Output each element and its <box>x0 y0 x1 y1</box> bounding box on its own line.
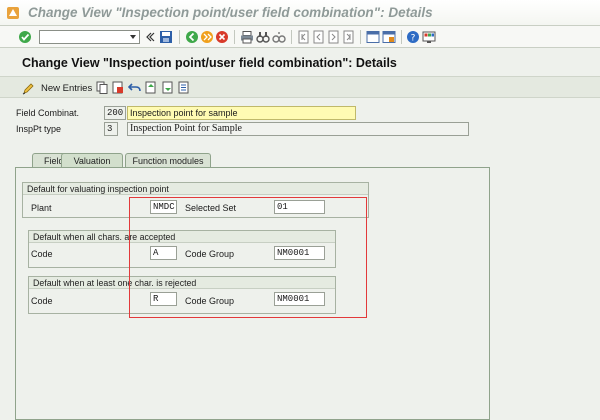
new-entries-pencil-icon <box>22 82 34 94</box>
rejected-code-label: Code <box>31 296 53 306</box>
rejected-group-title: Default when at least one char. is rejec… <box>29 277 335 289</box>
back-icon[interactable] <box>185 30 199 44</box>
accepted-code-input[interactable]: A <box>150 246 177 260</box>
new-entries-button[interactable]: New Entries <box>22 81 92 95</box>
new-entries-label: New Entries <box>41 82 93 94</box>
find-icon[interactable] <box>256 30 270 44</box>
application-toolbar: New Entries <box>0 76 600 98</box>
field-combination-label: Field Combinat. <box>16 108 80 118</box>
default-valuation-group-title: Default for valuating inspection point <box>23 183 368 195</box>
selected-set-label: Selected Set <box>185 203 237 213</box>
shortcut-icon[interactable] <box>382 30 396 44</box>
selected-set-input[interactable]: 01 <box>274 200 325 214</box>
help-icon[interactable]: ? <box>406 30 420 44</box>
screen-title: Change View "Inspection point/user field… <box>22 56 397 70</box>
first-page-icon[interactable] <box>297 30 310 44</box>
plant-input[interactable]: NMDC <box>150 200 177 214</box>
double-chevron-left-icon[interactable] <box>146 32 155 42</box>
rejected-code-input[interactable]: R <box>150 292 177 306</box>
last-page-icon[interactable] <box>342 30 355 44</box>
command-field[interactable] <box>39 30 140 44</box>
plant-label: Plant <box>31 203 52 213</box>
previous-entry-icon[interactable] <box>145 81 157 94</box>
print-icon[interactable] <box>240 30 254 44</box>
new-session-icon[interactable] <box>366 30 380 44</box>
delete-icon[interactable] <box>112 81 124 94</box>
accepted-group-title: Default when all chars. are accepted <box>29 231 335 243</box>
rejected-code-group-input[interactable]: NM0001 <box>274 292 325 306</box>
field-combination-description[interactable]: Inspection point for sample <box>127 106 356 120</box>
copy-as-icon[interactable] <box>96 81 108 94</box>
field-combination-value[interactable]: 200 <box>104 106 126 120</box>
sap-logo-icon <box>7 7 19 19</box>
tab-function-modules[interactable]: Function modules <box>125 153 211 168</box>
next-page-icon[interactable] <box>327 30 340 44</box>
next-entry-icon[interactable] <box>162 81 174 94</box>
window-title-bar: Change View "Inspection point/user field… <box>0 0 600 26</box>
system-toolbar: ? <box>0 26 600 48</box>
enter-check-icon[interactable] <box>18 30 32 44</box>
accepted-code-group-label: Code Group <box>185 249 235 259</box>
previous-page-icon[interactable] <box>312 30 325 44</box>
exit-icon[interactable] <box>200 30 214 44</box>
chevron-down-icon[interactable] <box>129 33 137 41</box>
insppt-type-value[interactable]: 3 <box>104 122 118 136</box>
window-title: Change View "Inspection point/user field… <box>28 5 433 20</box>
find-next-icon[interactable] <box>272 30 286 44</box>
customize-layout-icon[interactable] <box>422 30 436 44</box>
print-list-icon[interactable] <box>178 81 190 94</box>
svg-text:?: ? <box>411 34 416 44</box>
insppt-type-description: Inspection Point for Sample <box>127 122 469 136</box>
undo-change-icon[interactable] <box>128 81 141 94</box>
save-icon[interactable] <box>159 30 173 44</box>
accepted-code-group-input[interactable]: NM0001 <box>274 246 325 260</box>
rejected-code-group-label: Code Group <box>185 296 235 306</box>
cancel-icon[interactable] <box>215 30 229 44</box>
accepted-code-label: Code <box>31 249 53 259</box>
insppt-type-label: InspPt type <box>16 124 62 134</box>
